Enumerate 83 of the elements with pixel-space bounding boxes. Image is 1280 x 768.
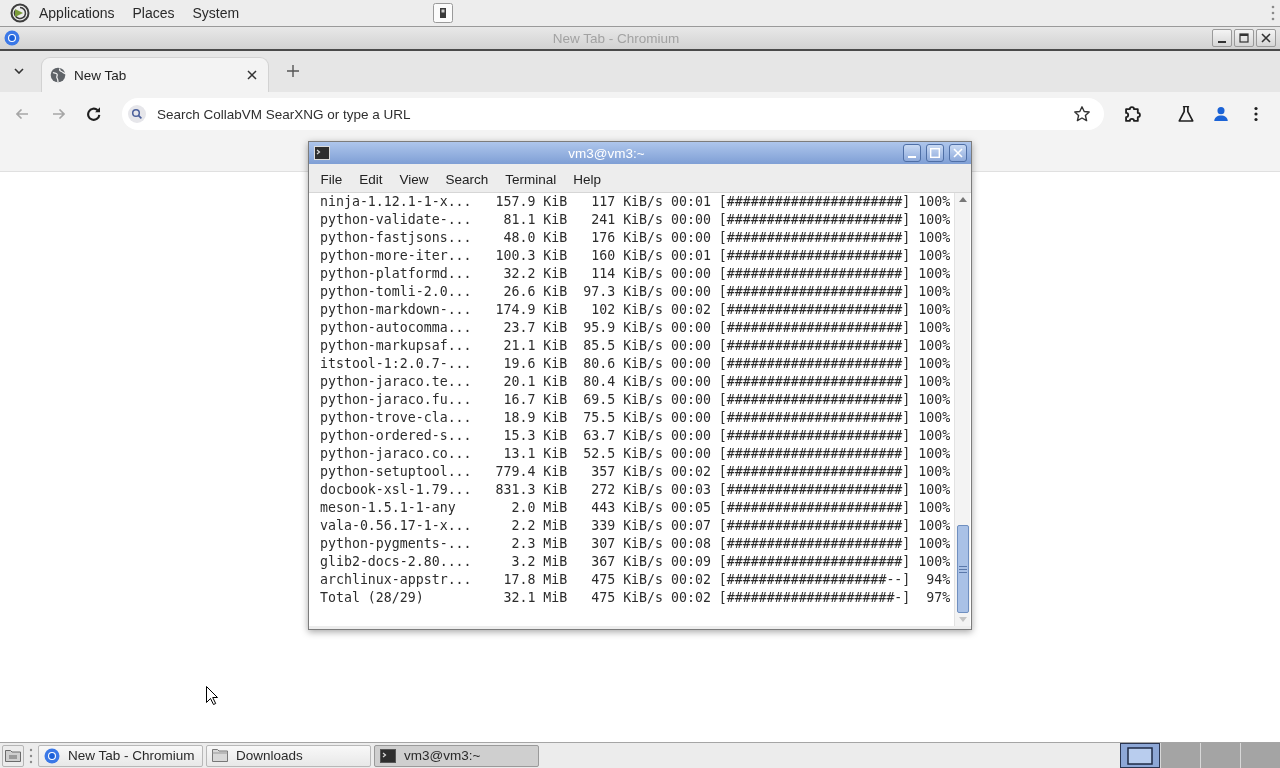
chromium-icon bbox=[4, 30, 20, 46]
taskbar-button[interactable]: Downloads bbox=[206, 744, 371, 767]
terminal-line: python-more-iter... 100.3 KiB 160 KiB/s 00:01 [######################] 100% bbox=[320, 247, 952, 265]
terminal-line: python-tomli-2.0... 26.6 KiB 97.3 KiB/s 00:00 [######################] 100% bbox=[320, 283, 952, 301]
plus-icon bbox=[287, 65, 299, 77]
back-arrow-icon bbox=[15, 109, 29, 119]
grip-dots-icon[interactable] bbox=[1271, 4, 1275, 22]
terminal-line: python-markupsaf... 21.1 KiB 85.5 KiB/s 00:00 [######################] 100% bbox=[320, 337, 952, 355]
star-icon[interactable] bbox=[1074, 106, 1090, 122]
browser-tab[interactable]: New Tab bbox=[41, 57, 269, 92]
terminal-line: python-setuptool... 779.4 KiB 357 KiB/s 00:02 [######################] 100% bbox=[320, 463, 952, 481]
close-icon bbox=[247, 70, 257, 80]
close-icon bbox=[953, 148, 963, 158]
maximize-icon bbox=[1239, 33, 1249, 43]
menu-item[interactable]: View bbox=[391, 167, 438, 191]
menu-item[interactable]: Terminal bbox=[496, 167, 565, 191]
minimize-icon bbox=[1218, 40, 1226, 43]
menu-item[interactable]: File bbox=[312, 167, 351, 191]
logo-icon[interactable] bbox=[10, 3, 30, 23]
grip-dots-icon[interactable] bbox=[29, 746, 33, 765]
close-button[interactable] bbox=[1256, 29, 1276, 47]
terminal-line: ninja-1.12.1-1-x... 157.9 KiB 117 KiB/s 00:01 [######################] 100% bbox=[320, 193, 952, 211]
terminal-line: python-autocomma... 23.7 KiB 95.9 KiB/s 00:00 [######################] 100% bbox=[320, 319, 952, 337]
address-field[interactable]: Search CollabVM SearXNG or type a URL bbox=[122, 98, 1104, 130]
maximize-button[interactable] bbox=[926, 144, 944, 162]
flask-icon bbox=[1178, 106, 1194, 122]
workspace-button[interactable] bbox=[1120, 743, 1160, 768]
terminal-line: meson-1.5.1-1-any 2.0 MiB 443 KiB/s 00:05 [######################] 100% bbox=[320, 499, 952, 517]
panel-menu[interactable]: System bbox=[183, 1, 249, 25]
minimize-button[interactable] bbox=[903, 144, 921, 162]
terminal-line: vala-0.56.17-1-x... 2.2 MiB 339 KiB/s 00:07 [######################] 100% bbox=[320, 517, 952, 535]
taskbar-button[interactable]: New Tab - Chromium bbox=[38, 744, 203, 767]
terminal-line: archlinux-appstr... 17.8 MiB 475 KiB/s 00:02 [####################--] 94% bbox=[320, 571, 952, 589]
grip-lines-icon bbox=[958, 565, 967, 573]
window-thumbnail-icon bbox=[1127, 746, 1153, 765]
scrollbar-thumb[interactable] bbox=[956, 525, 969, 613]
small-rectangle-icon[interactable] bbox=[433, 3, 454, 23]
puzzle-piece-icon bbox=[1125, 106, 1141, 122]
forward-arrow-icon bbox=[51, 109, 65, 119]
window-title: vm3@vm3:~ bbox=[567, 145, 646, 161]
terminal-line: python-trove-cla... 18.9 KiB 75.5 KiB/s 00:00 [######################] 100% bbox=[320, 409, 952, 427]
panel-menu[interactable]: Places bbox=[123, 1, 184, 25]
chevron-down-icon bbox=[14, 68, 24, 74]
terminal-line: glib2-docs-2.80.... 3.2 MiB 367 KiB/s 00:09 [######################] 100% bbox=[320, 553, 952, 571]
mouse-pointer-icon bbox=[206, 686, 218, 705]
desktop-icon bbox=[5, 749, 21, 762]
maximize-button[interactable] bbox=[1234, 29, 1254, 47]
terminal-line: python-jaraco.co... 13.1 KiB 52.5 KiB/s 00:00 [######################] 100% bbox=[320, 445, 952, 463]
menu-item[interactable]: Edit bbox=[350, 167, 392, 191]
terminal-icon bbox=[380, 748, 396, 763]
show-desktop-button[interactable] bbox=[2, 744, 24, 767]
terminal-line: Total (28/29) 32.1 MiB 475 KiB/s 00:02 [#####################-] 97% bbox=[320, 589, 952, 607]
tab-title: New Tab bbox=[74, 67, 128, 83]
globe-icon bbox=[50, 67, 66, 83]
terminal-line: python-markdown-... 174.9 KiB 102 KiB/s 00:02 [######################] 100% bbox=[320, 301, 952, 319]
window-title: New Tab - Chromium bbox=[551, 30, 681, 46]
terminal-line: python-pygments-... 2.3 MiB 307 KiB/s 00:08 [######################] 100% bbox=[320, 535, 952, 553]
scroll-up-icon[interactable] bbox=[958, 197, 967, 202]
menu-dots-icon bbox=[1254, 106, 1258, 122]
folder-icon bbox=[212, 749, 228, 762]
minimize-icon bbox=[908, 155, 916, 158]
chromium-icon bbox=[44, 747, 60, 764]
maximize-icon bbox=[930, 148, 940, 158]
terminal-line: docbook-xsl-1.79... 831.3 KiB 272 KiB/s 00:03 [######################] 100% bbox=[320, 481, 952, 499]
terminal-line: python-jaraco.fu... 16.7 KiB 69.5 KiB/s 00:00 [######################] 100% bbox=[320, 391, 952, 409]
person-icon bbox=[1214, 107, 1228, 121]
close-icon bbox=[1261, 33, 1271, 43]
terminal-line: itstool-1:2.0.7-... 19.6 KiB 80.6 KiB/s 00:00 [######################] 100% bbox=[320, 355, 952, 373]
taskbar-button[interactable]: vm3@vm3:~ bbox=[374, 744, 539, 767]
close-button[interactable] bbox=[949, 144, 967, 162]
minimize-button[interactable] bbox=[1212, 29, 1232, 47]
menu-item[interactable]: Search bbox=[437, 167, 497, 191]
terminal-line: python-ordered-s... 15.3 KiB 63.7 KiB/s 00:00 [######################] 100% bbox=[320, 427, 952, 445]
menu-item[interactable]: Help bbox=[564, 167, 610, 191]
reload-icon bbox=[87, 107, 101, 121]
terminal-line: python-validate-... 81.1 KiB 241 KiB/s 00:00 [######################] 100% bbox=[320, 211, 952, 229]
panel-menu[interactable]: Applications bbox=[30, 1, 124, 25]
terminal-line: python-jaraco.te... 20.1 KiB 80.4 KiB/s 00:00 [######################] 100% bbox=[320, 373, 952, 391]
terminal-line: python-fastjsons... 48.0 KiB 176 KiB/s 00:00 [######################] 100% bbox=[320, 229, 952, 247]
search-icon bbox=[128, 105, 146, 123]
terminal-line: python-platformd... 32.2 KiB 114 KiB/s 00:00 [######################] 100% bbox=[320, 265, 952, 283]
terminal-icon bbox=[314, 146, 330, 160]
scrollbar[interactable] bbox=[954, 193, 970, 626]
